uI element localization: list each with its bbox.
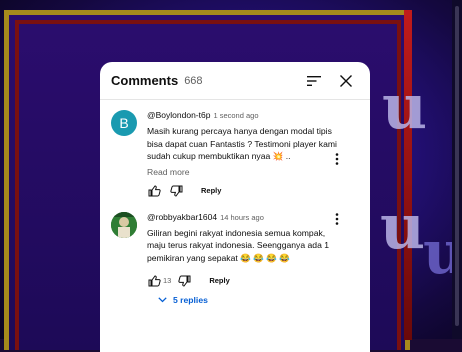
- avatar[interactable]: [111, 211, 137, 238]
- comment-actions: 13 Reply: [147, 273, 338, 289]
- comment-menu-button[interactable]: [330, 152, 344, 166]
- avatar-letter: B: [119, 115, 129, 131]
- background-letter: u: [382, 70, 428, 143]
- comment-time[interactable]: 14 hours ago: [220, 213, 264, 222]
- sort-icon: [307, 75, 321, 86]
- dislike-button[interactable]: [169, 184, 183, 198]
- comment-menu-button[interactable]: [330, 212, 344, 226]
- like-button[interactable]: [147, 184, 161, 198]
- comments-count: 668: [184, 74, 203, 87]
- close-button[interactable]: [332, 67, 360, 95]
- comment-actions: Reply: [147, 183, 338, 199]
- like-count: 13: [163, 276, 172, 286]
- more-vert-icon: [335, 153, 339, 165]
- page-scrollbar[interactable]: [452, 0, 462, 339]
- thumbs-up-icon: [148, 185, 161, 197]
- reply-button[interactable]: Reply: [209, 276, 229, 285]
- like-button[interactable]: [147, 274, 161, 288]
- dislike-button[interactable]: [177, 274, 191, 288]
- reply-button[interactable]: Reply: [201, 186, 221, 195]
- comments-panel: Comments 668 B @Boylondon-t6p 1 second ag…: [100, 62, 370, 352]
- more-vert-icon: [335, 212, 339, 225]
- sort-button[interactable]: [300, 67, 328, 95]
- avatar[interactable]: B: [111, 110, 137, 136]
- comment-item: @robbyakbar1604 14 hours ago Giliran begi…: [100, 206, 370, 305]
- background-letter: u: [380, 190, 426, 263]
- comment-time[interactable]: 1 second ago: [213, 111, 258, 120]
- view-replies-button[interactable]: 5 replies: [158, 295, 360, 305]
- thumbs-down-icon: [178, 275, 191, 287]
- comment-text: Giliran begini rakyat indonesia semua ko…: [147, 227, 330, 263]
- close-icon: [340, 74, 352, 87]
- thumbs-up-icon: [148, 275, 161, 287]
- scrollbar-thumb[interactable]: [455, 6, 459, 326]
- thumbs-down-icon: [169, 185, 182, 197]
- comments-header: Comments 668: [100, 62, 370, 100]
- comment-author[interactable]: @Boylondon-t6p: [147, 110, 210, 120]
- replies-count-label[interactable]: 5 replies: [173, 295, 208, 305]
- read-more-link[interactable]: Read more: [147, 167, 338, 177]
- video-frame-red-edge: [404, 10, 412, 340]
- comment-author[interactable]: @robbyakbar1604: [147, 212, 217, 222]
- comments-title: Comments: [111, 73, 179, 88]
- comment-text: Masih kurang percaya hanya dengan modal …: [147, 126, 337, 162]
- chevron-down-icon: [158, 296, 167, 302]
- comment-item: B @Boylondon-t6p 1 second ago Masih kuran…: [100, 100, 370, 199]
- avatar-image: [111, 211, 137, 238]
